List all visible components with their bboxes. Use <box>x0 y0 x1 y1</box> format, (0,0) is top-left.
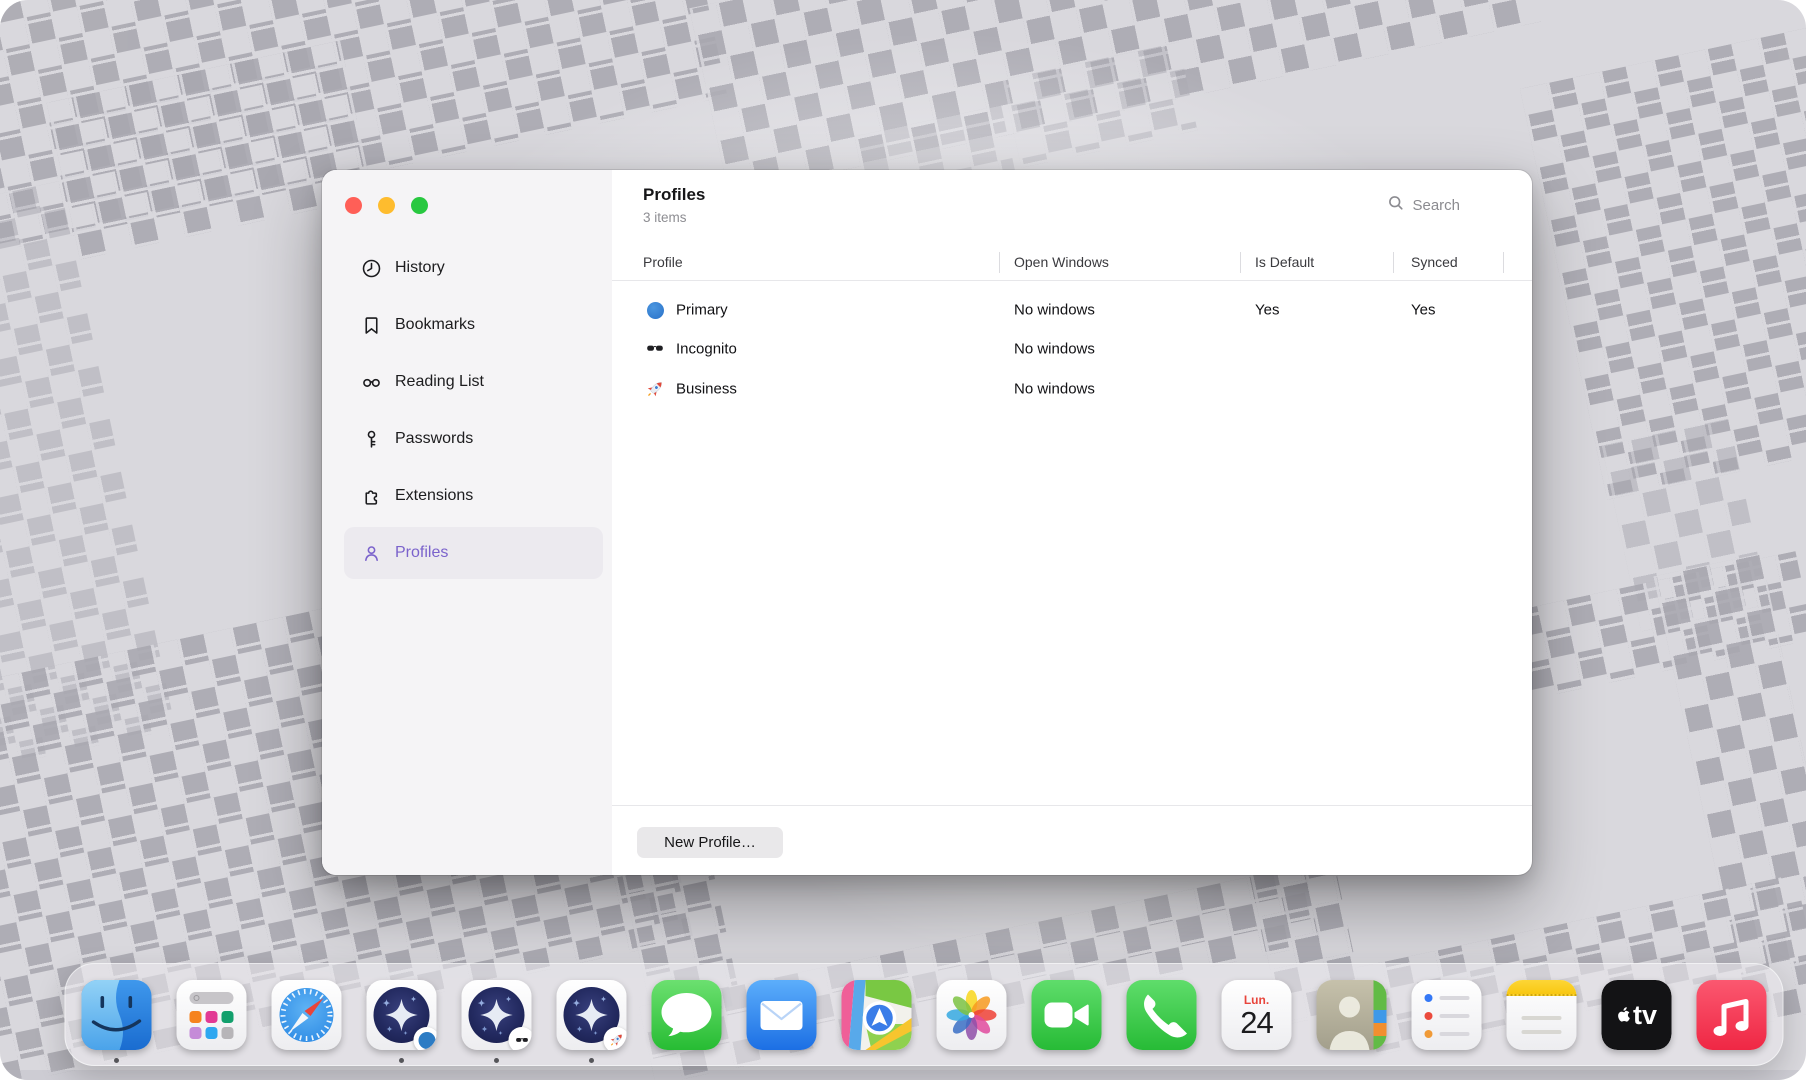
running-indicator <box>399 1058 404 1063</box>
dock-mail-icon[interactable] <box>747 980 817 1050</box>
column-divider <box>1393 252 1394 273</box>
bookmark-icon <box>360 314 382 336</box>
column-header-profile[interactable]: Profile <box>643 254 683 270</box>
dock-safari-profile-incognito-icon[interactable] <box>462 980 532 1050</box>
dock-appletv-icon[interactable]: tv <box>1602 980 1672 1050</box>
new-profile-button[interactable]: New Profile… <box>637 827 783 858</box>
footer-separator <box>612 805 1532 806</box>
dock-calendar-icon[interactable]: Lun. 24 <box>1222 980 1292 1050</box>
column-header-synced[interactable]: Synced <box>1411 254 1458 270</box>
sidebar-item-extensions[interactable]: Extensions <box>344 470 603 522</box>
sidebar-item-label: Reading List <box>395 373 484 391</box>
header-separator <box>612 280 1532 281</box>
dock-safari-profile-primary-icon[interactable] <box>367 980 437 1050</box>
search-field[interactable]: Search <box>1387 194 1460 217</box>
profile-name: Business <box>676 381 737 398</box>
sidebar-item-passwords[interactable]: Passwords <box>344 413 603 465</box>
sidebar: History Bookmarks Reading List <box>322 170 612 875</box>
dock-photos-icon[interactable] <box>937 980 1007 1050</box>
clock-icon <box>360 257 382 279</box>
running-indicator <box>589 1058 594 1063</box>
wallpaper-pattern <box>1520 20 1806 499</box>
puzzle-icon <box>360 485 382 507</box>
person-icon <box>360 542 382 564</box>
synced: Yes <box>1411 302 1435 319</box>
appletv-label: tv <box>1633 1000 1657 1031</box>
dock-safari-icon[interactable] <box>272 980 342 1050</box>
dock-finder-icon[interactable] <box>82 980 152 1050</box>
dock-notes-icon[interactable] <box>1507 980 1577 1050</box>
sidebar-item-label: Bookmarks <box>395 316 475 334</box>
minimize-button[interactable] <box>378 197 395 214</box>
dock-facetime-icon[interactable] <box>1032 980 1102 1050</box>
sidebar-item-history[interactable]: History <box>344 242 603 294</box>
column-divider <box>1503 252 1504 273</box>
page-title: Profiles <box>643 185 705 205</box>
sidebar-item-label: Passwords <box>395 430 473 448</box>
table-row-business[interactable]: Business No windows <box>612 369 1532 409</box>
dock-contacts-icon[interactable] <box>1317 980 1387 1050</box>
apple-logo-icon <box>1616 1006 1631 1025</box>
profile-badge-rocket <box>604 1027 627 1050</box>
profile-name: Incognito <box>676 341 737 358</box>
running-indicator <box>114 1058 119 1063</box>
dock-phone-icon[interactable] <box>1127 980 1197 1050</box>
sidebar-item-profiles[interactable]: Profiles <box>344 527 603 579</box>
is-default: Yes <box>1255 302 1279 319</box>
blue-circle-icon <box>645 300 665 320</box>
column-header-is-default[interactable]: Is Default <box>1255 254 1314 270</box>
search-icon <box>194 995 200 1001</box>
desktop: History Bookmarks Reading List <box>0 0 1806 1080</box>
sidebar-nav: History Bookmarks Reading List <box>344 242 603 584</box>
close-button[interactable] <box>345 197 362 214</box>
main-panel: Profiles 3 items Search Profile Open Win… <box>612 170 1532 875</box>
sidebar-item-label: History <box>395 259 445 277</box>
open-windows: No windows <box>1014 341 1095 358</box>
zoom-button[interactable] <box>411 197 428 214</box>
profile-name: Primary <box>676 302 728 319</box>
dock-music-icon[interactable] <box>1697 980 1767 1050</box>
column-divider <box>1240 252 1241 273</box>
profile-badge-blue-circle <box>414 1027 437 1050</box>
dock-safari-profile-business-icon[interactable] <box>557 980 627 1050</box>
profile-badge-sunglasses <box>509 1027 532 1050</box>
table-row-incognito[interactable]: Incognito No windows <box>612 329 1532 369</box>
sidebar-item-bookmarks[interactable]: Bookmarks <box>344 299 603 351</box>
open-windows: No windows <box>1014 302 1095 319</box>
key-icon <box>360 428 382 450</box>
column-divider <box>999 252 1000 273</box>
sidebar-item-label: Extensions <box>395 487 473 505</box>
search-icon <box>1387 194 1405 217</box>
open-windows: No windows <box>1014 381 1095 398</box>
rocket-icon <box>645 379 665 399</box>
column-header-open-windows[interactable]: Open Windows <box>1014 254 1109 270</box>
calendar-day: 24 <box>1240 1007 1272 1040</box>
search-placeholder: Search <box>1412 197 1460 214</box>
dock-maps-icon[interactable] <box>842 980 912 1050</box>
dock: Lun. 24 <box>65 963 1784 1066</box>
items-count: 3 items <box>643 210 687 225</box>
sidebar-item-label: Profiles <box>395 544 448 562</box>
wallpaper-bottom-strip <box>0 1070 1806 1080</box>
dock-messages-icon[interactable] <box>652 980 722 1050</box>
sidebar-item-reading-list[interactable]: Reading List <box>344 356 603 408</box>
glasses-icon <box>360 371 382 393</box>
sunglasses-icon <box>645 339 665 359</box>
window-controls <box>345 197 428 214</box>
dock-reminders-icon[interactable] <box>1412 980 1482 1050</box>
safari-profiles-window: History Bookmarks Reading List <box>322 170 1532 875</box>
dock-launchpad-icon[interactable] <box>177 980 247 1050</box>
table-row-primary[interactable]: Primary No windows Yes Yes <box>612 290 1532 330</box>
running-indicator <box>494 1058 499 1063</box>
